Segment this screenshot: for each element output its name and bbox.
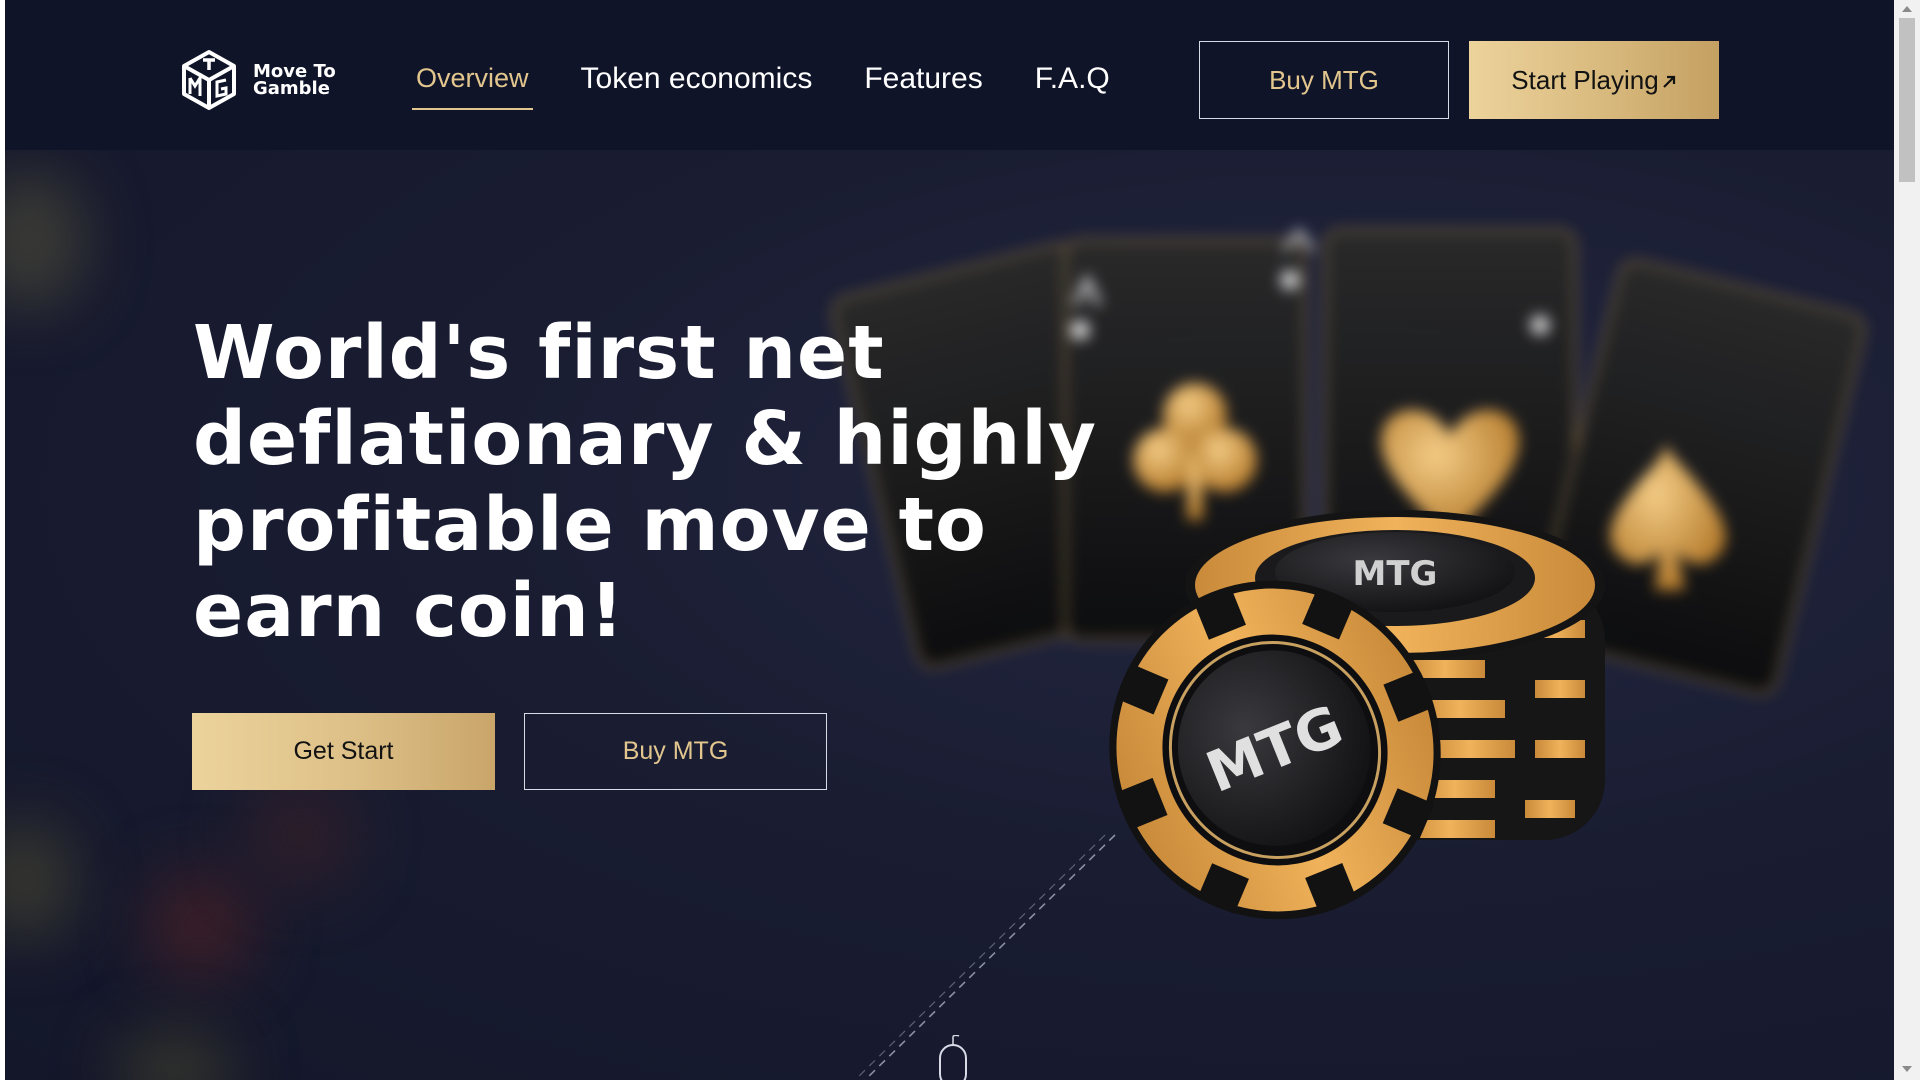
brand-name: Move To Gamble (253, 63, 336, 99)
brand-logo[interactable]: Move To Gamble (179, 48, 336, 112)
get-start-button[interactable]: Get Start (192, 713, 495, 790)
hero-buy-mtg-button[interactable]: Buy MTG (524, 713, 827, 790)
scroll-up-arrow-icon[interactable] (1902, 6, 1912, 12)
site-header: Move To Gamble Overview Token economics … (5, 0, 1894, 150)
start-playing-label: Start Playing (1511, 64, 1659, 95)
nav-item-features[interactable]: Features (860, 58, 986, 110)
header-buy-mtg-button[interactable]: Buy MTG (1199, 41, 1449, 119)
hero-buy-mtg-label: Buy MTG (622, 737, 729, 765)
nav-item-overview[interactable]: Overview (412, 58, 533, 110)
brand-name-line2: Gamble (253, 78, 330, 99)
scroll-mouse-icon[interactable] (937, 1035, 971, 1080)
scrollbar-thumb[interactable] (1899, 18, 1915, 182)
start-playing-button[interactable]: Start Playing (1469, 41, 1719, 119)
nav-item-faq[interactable]: F.A.Q (1031, 58, 1114, 110)
vertical-scrollbar[interactable] (1894, 0, 1920, 1080)
nav-item-token-economics[interactable]: Token economics (577, 58, 817, 110)
scroll-down-arrow-icon[interactable] (1902, 1066, 1912, 1072)
casino-chips-illustration: MTG MTG (1109, 510, 1605, 920)
arrow-up-right-icon (1662, 75, 1675, 88)
hero-title: World's first net deflationary & highly … (193, 310, 1097, 654)
get-start-label: Get Start (293, 737, 394, 765)
page: MTG MTG Move To Gamble Overview Token ec… (5, 0, 1894, 1080)
chip-top-logo: MTG (1353, 554, 1438, 594)
main-nav: Overview Token economics Features F.A.Q (412, 58, 1114, 110)
header-buy-mtg-label: Buy MTG (1269, 64, 1379, 95)
mtg-cube-logo-icon (182, 50, 236, 110)
